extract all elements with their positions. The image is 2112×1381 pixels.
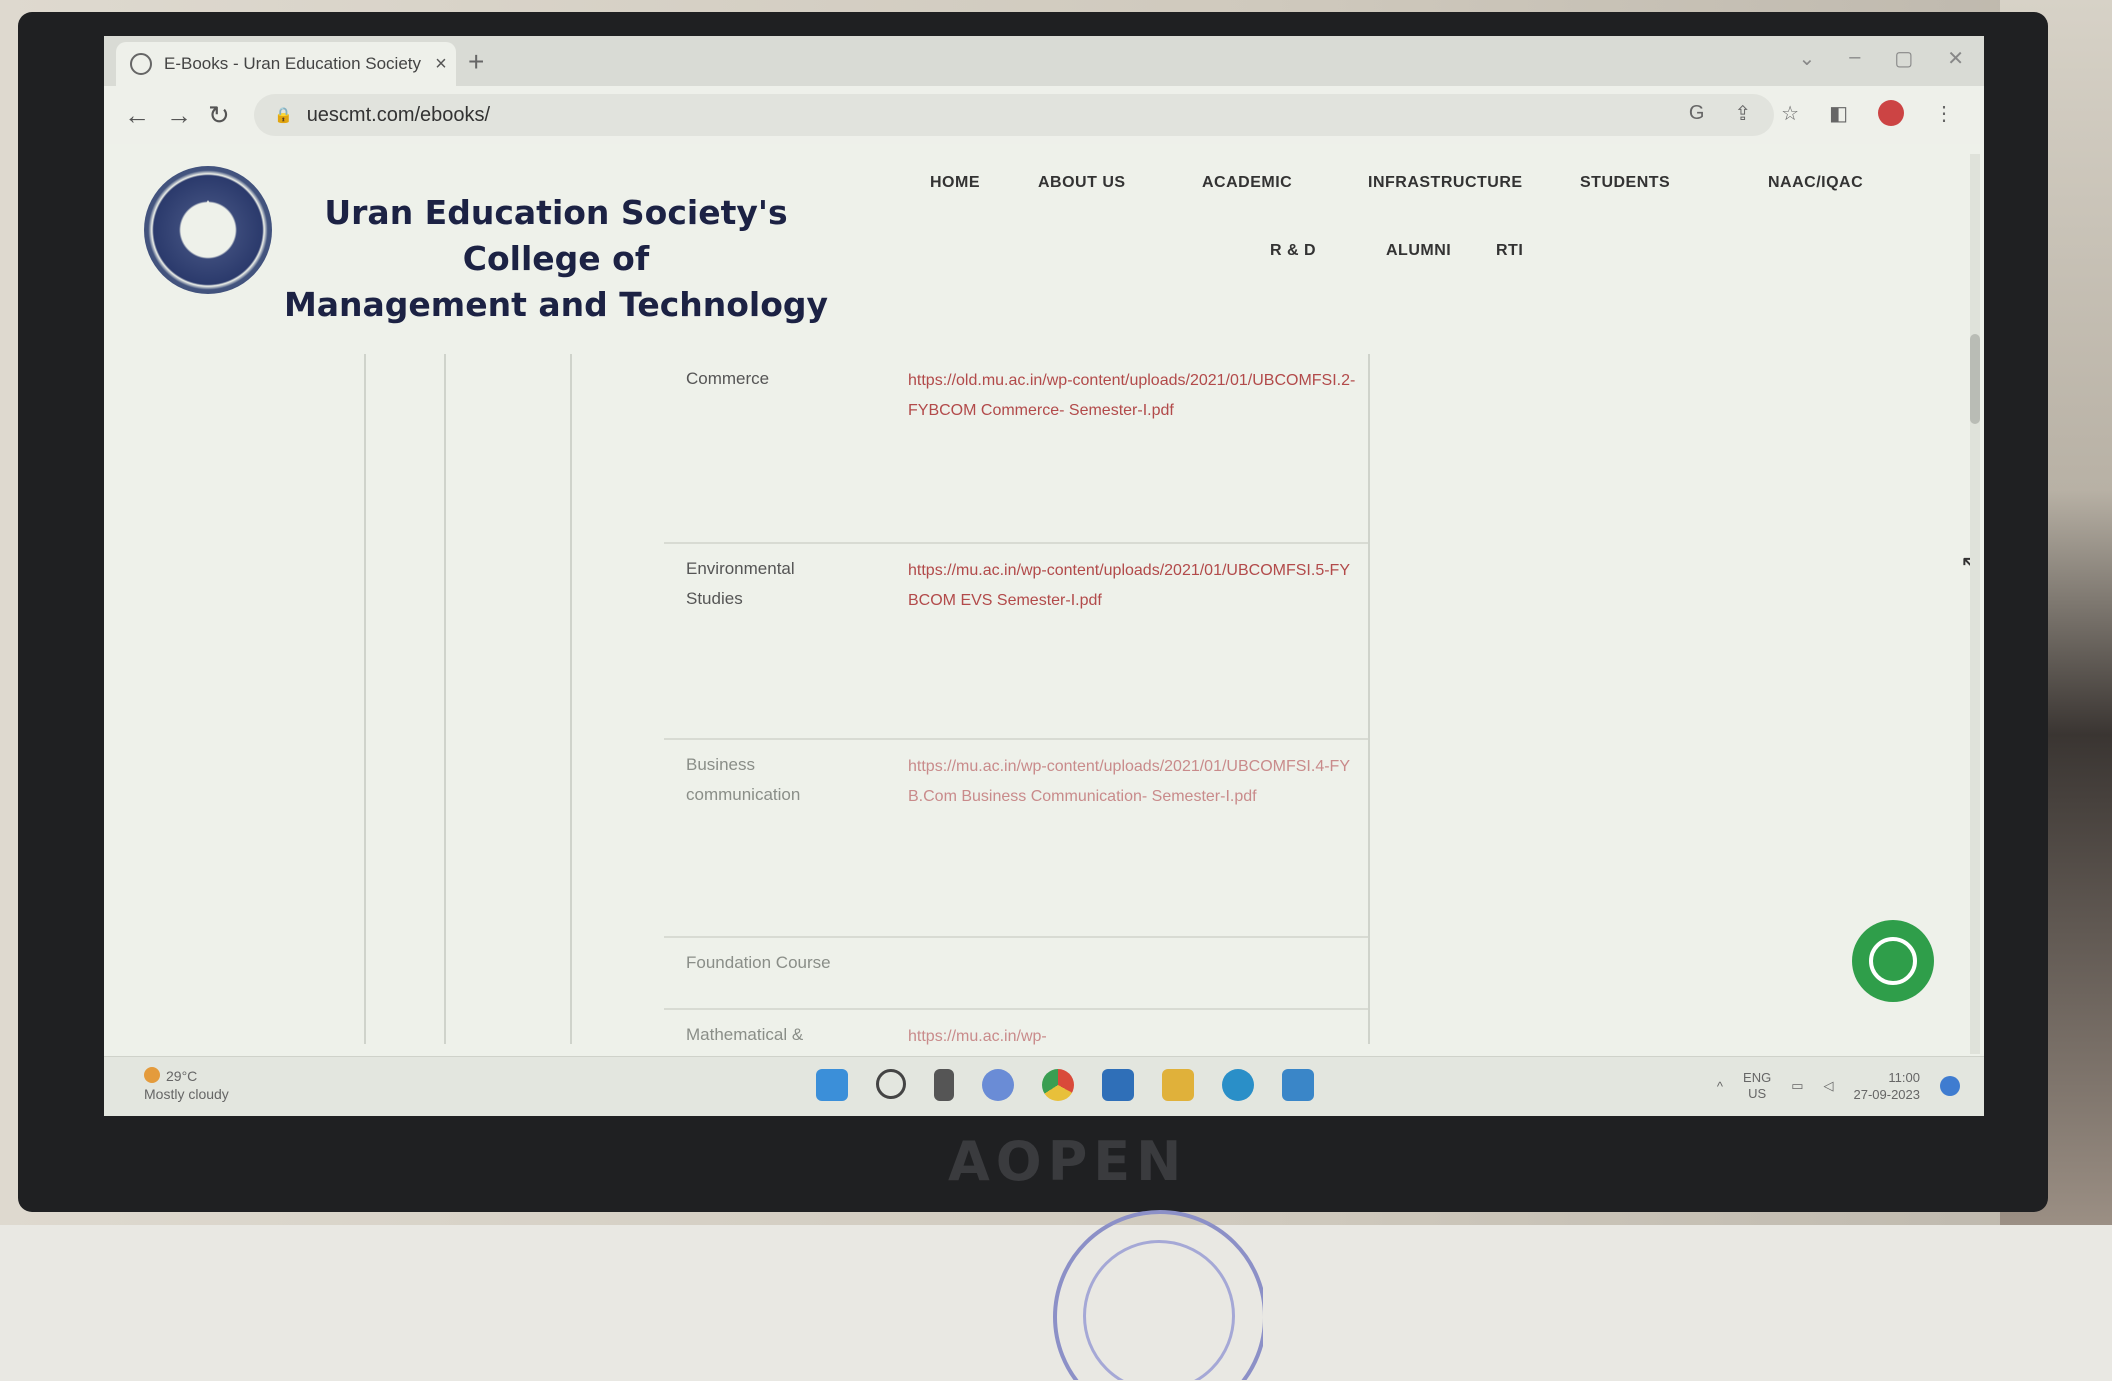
college-logo[interactable] bbox=[144, 166, 272, 294]
website-page: Uran Education Society's College of Mana… bbox=[104, 144, 1984, 1056]
clock[interactable]: 11:00 27-09-2023 bbox=[1854, 1069, 1921, 1103]
chevron-up-icon[interactable]: ^ bbox=[1717, 1079, 1723, 1094]
nav-students[interactable]: STUDENTS bbox=[1580, 174, 1670, 192]
store-icon[interactable] bbox=[1102, 1069, 1134, 1101]
taskbar-apps bbox=[816, 1069, 1314, 1101]
whatsapp-icon bbox=[1869, 937, 1917, 985]
subject-cell: Environmental Studies bbox=[686, 559, 795, 608]
screen: E-Books - Uran Education Society × + ⌄ –… bbox=[104, 36, 1984, 1116]
minimize-icon[interactable]: – bbox=[1849, 46, 1860, 71]
site-favicon-icon bbox=[130, 53, 152, 75]
subject-cell: Foundation Course bbox=[686, 953, 831, 972]
ebook-row-business-communication: Business communication https://mu.ac.in/… bbox=[664, 738, 1368, 938]
ebook-link[interactable]: https://old.mu.ac.in/wp-content/uploads/… bbox=[908, 366, 1358, 426]
nav-rti[interactable]: RTI bbox=[1496, 242, 1523, 260]
subject-cell: Business communication bbox=[686, 755, 801, 804]
file-explorer-icon[interactable] bbox=[1162, 1069, 1194, 1101]
mail-icon[interactable] bbox=[1282, 1069, 1314, 1101]
weather-icon bbox=[144, 1067, 160, 1083]
star-icon[interactable]: ☆ bbox=[1781, 101, 1799, 126]
table-divider bbox=[570, 354, 572, 1044]
clock-date: 27-09-2023 bbox=[1853, 1087, 1921, 1102]
nav-naac-iqac[interactable]: NAAC/IQAC bbox=[1768, 174, 1863, 192]
browser-tab-bar: E-Books - Uran Education Society × + ⌄ –… bbox=[104, 36, 1984, 86]
google-icon[interactable]: G bbox=[1689, 102, 1705, 125]
table-divider bbox=[1368, 354, 1370, 1044]
nav-about-us[interactable]: ABOUT US bbox=[1038, 174, 1126, 192]
weather-widget[interactable]: 29°C Mostly cloudy bbox=[144, 1067, 229, 1103]
lock-icon: 🔒 bbox=[274, 107, 293, 124]
keyboard-region: US bbox=[1748, 1086, 1767, 1101]
clock-time: 11:00 bbox=[1888, 1070, 1920, 1085]
side-panel-icon[interactable]: ◧ bbox=[1829, 101, 1848, 126]
nav-r-and-d[interactable]: R & D bbox=[1270, 242, 1316, 260]
language-code: ENG bbox=[1743, 1070, 1772, 1085]
back-arrow-icon[interactable]: ← bbox=[124, 100, 150, 131]
system-tray: ^ ENG US ▭ ◁ 11:00 27-09-2023 bbox=[1717, 1069, 1960, 1103]
college-name: Uran Education Society's College of Mana… bbox=[276, 190, 836, 328]
ebook-row-commerce: Commerce https://old.mu.ac.in/wp-content… bbox=[664, 352, 1368, 544]
college-name-line1: Uran Education Society's College of bbox=[324, 193, 788, 278]
close-tab-icon[interactable]: × bbox=[426, 53, 456, 76]
address-bar[interactable]: 🔒 uescmt.com/ebooks/ bbox=[254, 94, 1774, 136]
subject-cell: Mathematical & bbox=[686, 1025, 804, 1044]
maximize-icon[interactable]: ▢ bbox=[1894, 46, 1913, 71]
college-name-line2: Management and Technology bbox=[283, 285, 829, 324]
new-tab-button[interactable]: + bbox=[468, 46, 484, 78]
nav-infrastructure[interactable]: INFRASTRUCTURE bbox=[1368, 174, 1523, 192]
whatsapp-chat-button[interactable] bbox=[1852, 920, 1934, 1002]
network-icon[interactable]: ▭ bbox=[1791, 1078, 1803, 1094]
share-icon[interactable]: ⇪ bbox=[1734, 101, 1751, 126]
ebook-link[interactable]: https://mu.ac.in/wp-content/uploads/2021… bbox=[908, 556, 1358, 616]
logo-emblem-icon bbox=[184, 200, 232, 244]
toolbar-actions: G ⇪ ☆ ◧ ⋮ bbox=[1689, 100, 1954, 126]
ebook-row-foundation-course: Foundation Course bbox=[664, 936, 1368, 1010]
forward-arrow-icon[interactable]: → bbox=[166, 100, 192, 131]
page-scrollbar[interactable] bbox=[1970, 154, 1980, 1054]
nav-alumni[interactable]: ALUMNI bbox=[1386, 242, 1451, 260]
notification-icon[interactable] bbox=[1940, 1076, 1960, 1096]
weather-condition: Mostly cloudy bbox=[144, 1086, 229, 1102]
table-divider bbox=[444, 354, 446, 1044]
reload-icon[interactable]: ↻ bbox=[208, 100, 230, 131]
ebook-row-environmental-studies: Environmental Studies https://mu.ac.in/w… bbox=[664, 542, 1368, 740]
edge-icon[interactable] bbox=[1222, 1069, 1254, 1101]
ebook-row-mathematical: Mathematical & https://mu.ac.in/wp- bbox=[664, 1008, 1368, 1056]
volume-icon[interactable]: ◁ bbox=[1824, 1078, 1834, 1094]
tab-title: E-Books - Uran Education Society bbox=[164, 54, 422, 73]
college-seal-stamp bbox=[1053, 1210, 1263, 1380]
stamp-inner-ring bbox=[1083, 1240, 1235, 1380]
chevron-down-icon[interactable]: ⌄ bbox=[1798, 46, 1815, 71]
profile-avatar[interactable] bbox=[1878, 100, 1904, 126]
windows-taskbar: 29°C Mostly cloudy ^ ENG US ▭ ◁ 11:00 27… bbox=[104, 1056, 1984, 1116]
table-divider bbox=[364, 354, 366, 1044]
monitor-brand-logo: AOPEN bbox=[948, 1130, 1188, 1193]
nav-home[interactable]: HOME bbox=[930, 174, 980, 192]
ebook-link[interactable]: https://mu.ac.in/wp- bbox=[908, 1022, 1358, 1052]
start-icon[interactable] bbox=[816, 1069, 848, 1101]
more-menu-icon[interactable]: ⋮ bbox=[1934, 101, 1954, 126]
language-indicator[interactable]: ENG US bbox=[1743, 1070, 1771, 1102]
chat-icon[interactable] bbox=[982, 1069, 1014, 1101]
scrollbar-thumb[interactable] bbox=[1970, 334, 1980, 424]
ebook-link[interactable]: https://mu.ac.in/wp-content/uploads/2021… bbox=[908, 752, 1358, 812]
chrome-icon[interactable] bbox=[1042, 1069, 1074, 1101]
subject-cell: Commerce bbox=[686, 369, 770, 388]
task-view-icon[interactable] bbox=[934, 1069, 954, 1101]
browser-toolbar: ← → ↻ 🔒 uescmt.com/ebooks/ G ⇪ ☆ ◧ ⋮ bbox=[104, 86, 1984, 146]
search-icon[interactable] bbox=[876, 1069, 906, 1099]
url-text: uescmt.com/ebooks/ bbox=[306, 103, 491, 126]
temperature: 29°C bbox=[166, 1068, 198, 1084]
close-window-icon[interactable]: ✕ bbox=[1947, 46, 1964, 71]
nav-academic[interactable]: ACADEMIC bbox=[1202, 174, 1292, 192]
monitor-bezel: E-Books - Uran Education Society × + ⌄ –… bbox=[18, 12, 2048, 1212]
window-controls: ⌄ – ▢ ✕ bbox=[1798, 46, 1964, 71]
browser-tab[interactable]: E-Books - Uran Education Society × bbox=[116, 42, 456, 86]
